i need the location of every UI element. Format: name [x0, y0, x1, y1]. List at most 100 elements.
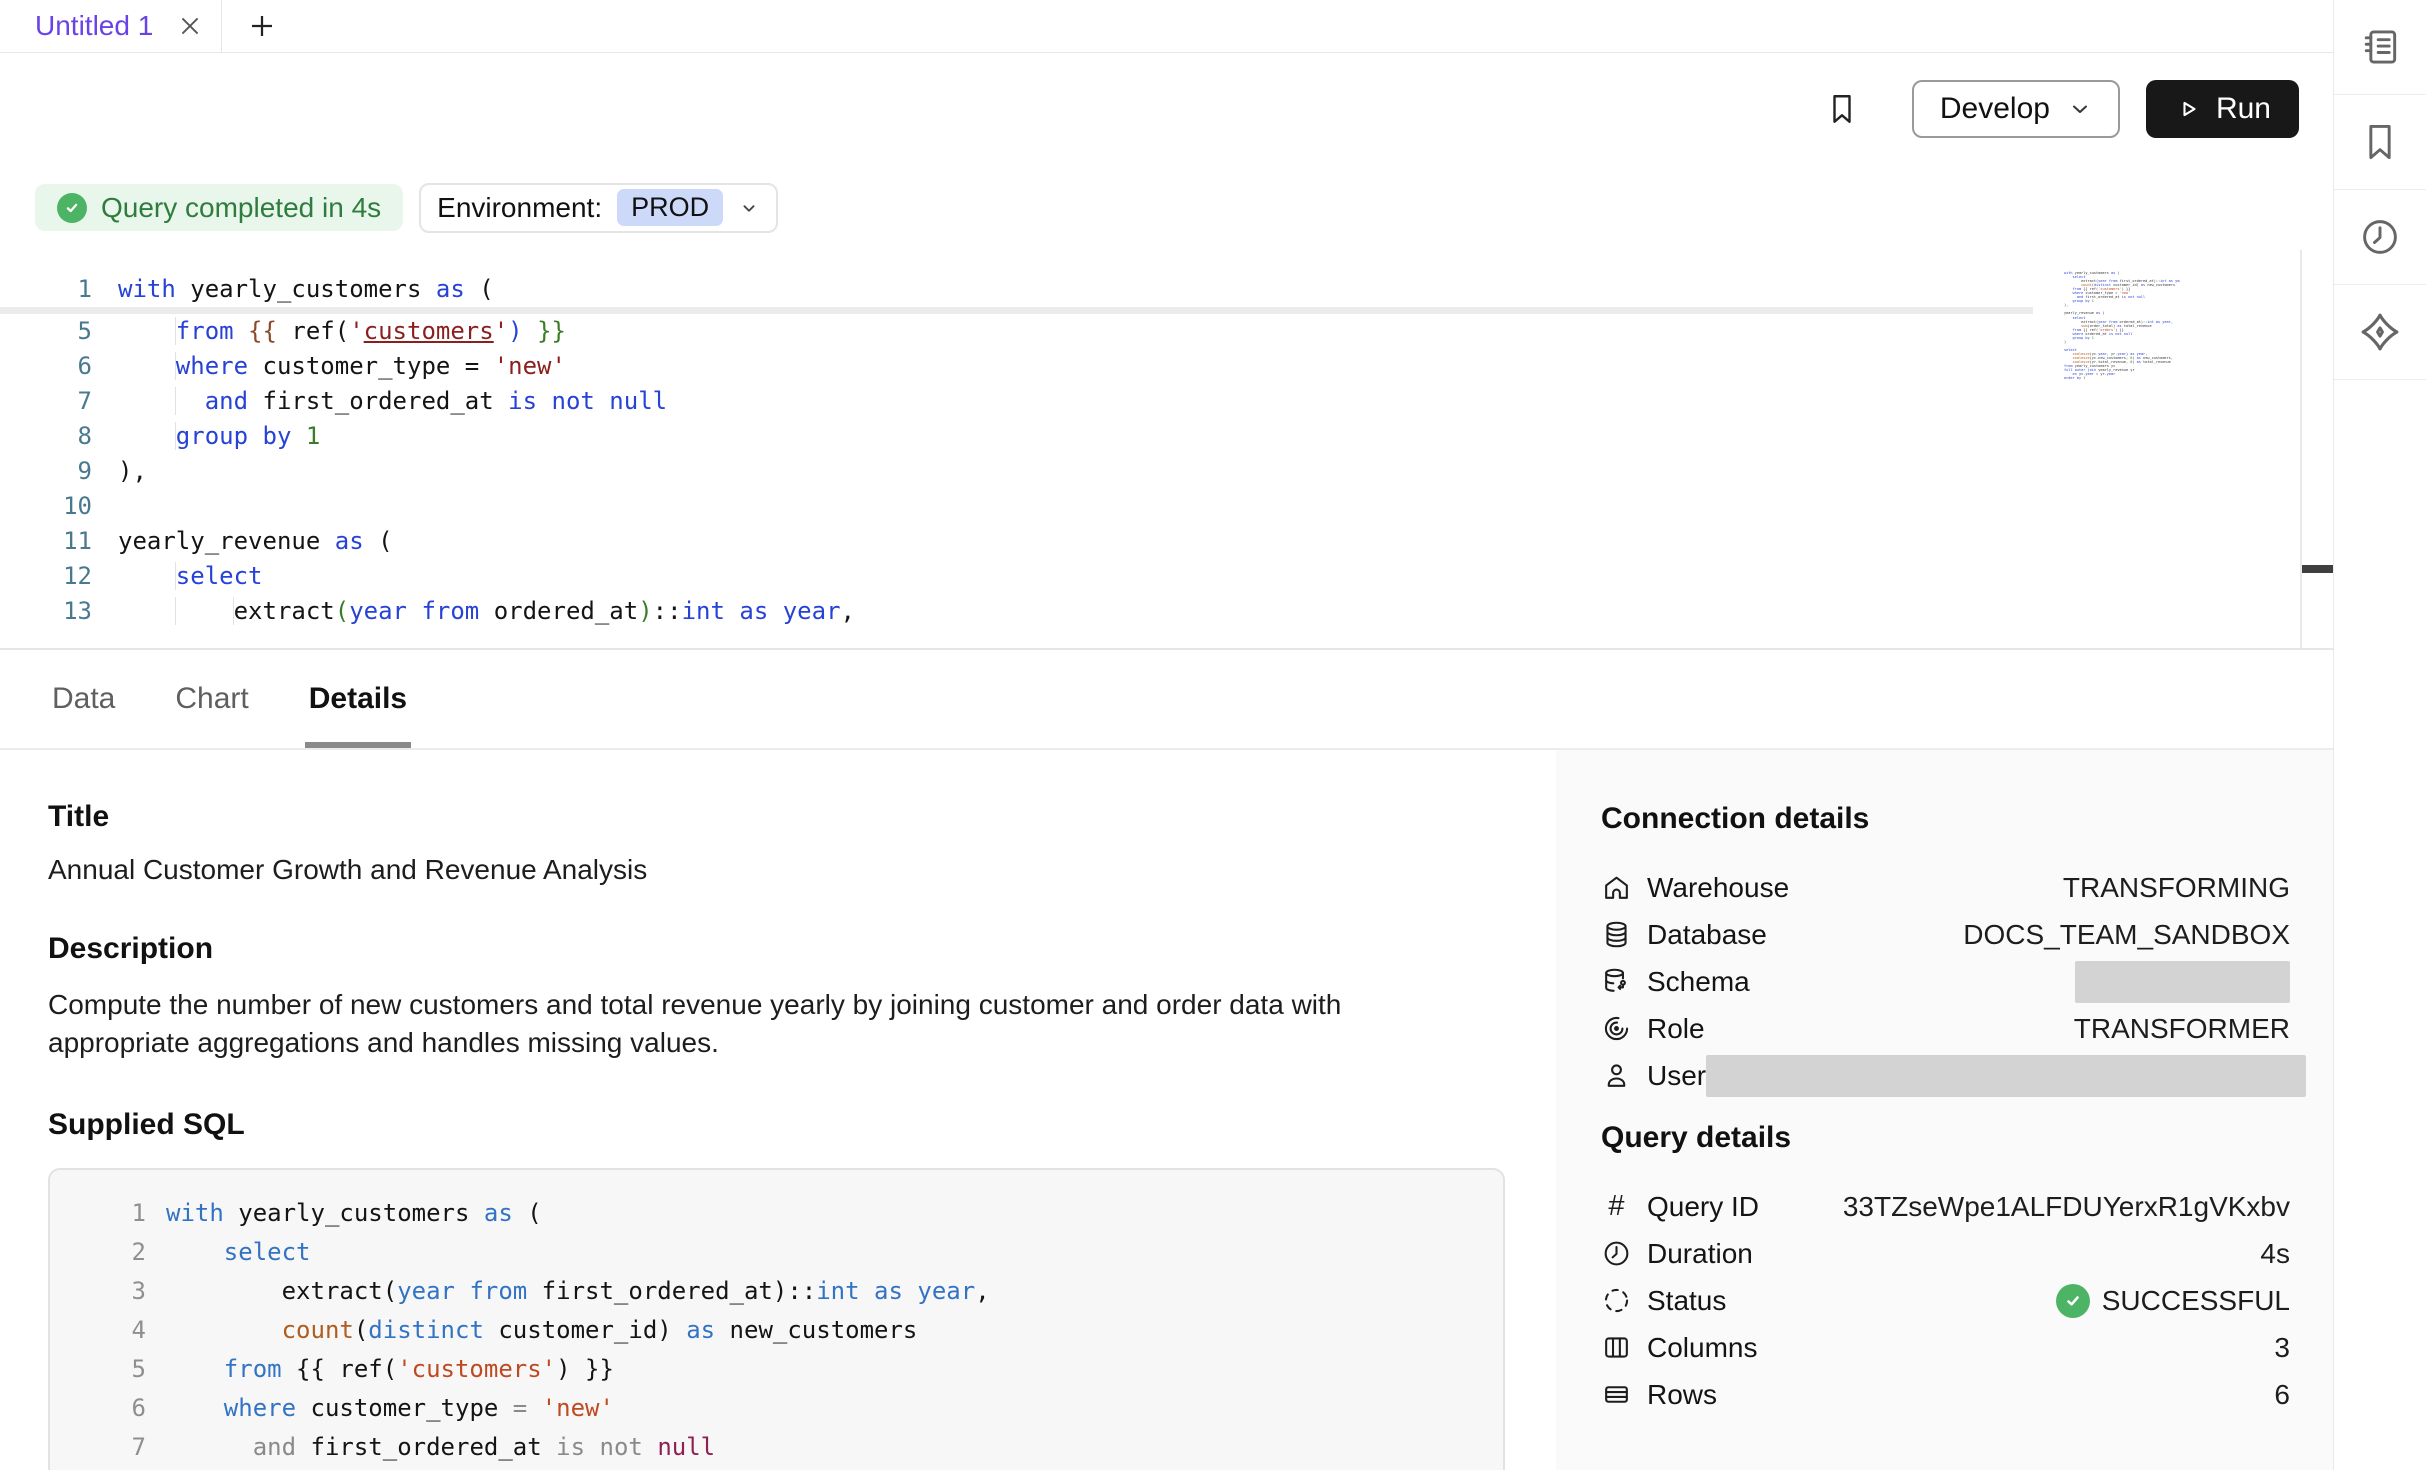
duration-row: Duration4s — [1601, 1230, 2290, 1277]
line-number: 1 — [0, 272, 118, 307]
code-text: with yearly_customers as ( — [118, 272, 494, 307]
row-label: Status — [1601, 1285, 1726, 1317]
schema-row: Schema — [1601, 958, 2290, 1005]
query-status-pill: Query completed in 4s — [35, 184, 403, 231]
tab-bar: Untitled 1 — [0, 0, 2333, 53]
close-icon[interactable] — [177, 13, 203, 39]
row-label-text: Query ID — [1647, 1191, 1759, 1223]
row-label-text: Role — [1647, 1013, 1705, 1045]
code-text: select — [118, 559, 263, 594]
bookmark-icon — [1824, 91, 1860, 127]
code-text: where customer_type = 'new' — [166, 1389, 614, 1428]
line-number: 13 — [0, 594, 118, 629]
row-label: Role — [1601, 1013, 1705, 1045]
code-line: 8 group by 1 — [0, 419, 2333, 454]
code-text: select — [166, 1233, 311, 1272]
run-button[interactable]: Run — [2146, 80, 2299, 138]
new-tab-button[interactable] — [222, 0, 302, 52]
status-row: Query completed in 4s Environment: PROD — [0, 165, 2333, 250]
connection-details-heading: Connection details — [1601, 802, 2290, 836]
description-value: Compute the number of new customers and … — [48, 986, 1438, 1062]
code-line: 1with yearly_customers as ( — [50, 1194, 1503, 1233]
code-text: extract(year from first_ordered_at)::int… — [166, 1272, 990, 1311]
tab-untitled-1[interactable]: Untitled 1 — [0, 0, 222, 52]
row-value: TRANSFORMING — [2063, 872, 2290, 904]
tab-data[interactable]: Data — [48, 650, 119, 748]
code-line: 3 extract(year from first_ordered_at)::i… — [50, 1272, 1503, 1311]
row-label-text: Warehouse — [1647, 872, 1789, 904]
tab-title: Untitled 1 — [35, 10, 153, 42]
row-label: Schema — [1601, 966, 1750, 998]
line-number: 6 — [50, 1389, 146, 1428]
row-value: TRANSFORMER — [2074, 1013, 2290, 1045]
sql-editor[interactable]: 1with yearly_customers as (5 from {{ ref… — [0, 250, 2333, 648]
line-number: 2 — [50, 1233, 146, 1272]
row-label-text: Columns — [1647, 1332, 1757, 1364]
sidebar-button-bookmark[interactable] — [2334, 95, 2426, 190]
code-line: 6 where customer_type = 'new' — [0, 349, 2333, 384]
check-circle-icon — [57, 193, 87, 223]
details-right-column: Connection details Warehouse TRANSFORMING… — [1556, 750, 2333, 1470]
code-line: 13 extract(year from ordered_at)::int as… — [0, 594, 2333, 629]
title-heading: Title — [48, 800, 1506, 834]
user-row: User — [1601, 1052, 2290, 1099]
columns-row: Columns 3 — [1601, 1324, 2290, 1371]
row-value: DOCS_TEAM_SANDBOX — [1963, 919, 2290, 951]
row-label-text: User — [1647, 1060, 1706, 1092]
tab-chart[interactable]: Chart — [171, 650, 252, 748]
play-icon — [2174, 95, 2202, 123]
code-line: 5 from {{ ref('customers') }} — [50, 1350, 1503, 1389]
code-text: from {{ ref('customers') }} — [118, 314, 566, 349]
query-details-rows: #Query ID33TZseWpe1ALFDUYerxR1gVKxbvDura… — [1601, 1183, 2290, 1418]
right-sidebar — [2333, 0, 2426, 1470]
details-left-column: Title Annual Customer Growth and Revenue… — [0, 750, 1556, 1470]
row-value: 6 — [2274, 1379, 2290, 1411]
row-label-text: Rows — [1647, 1379, 1717, 1411]
environment-value-chip: PROD — [617, 189, 723, 226]
code-line: 4 count(distinct customer_id) as new_cus… — [50, 1311, 1503, 1350]
query-details-heading: Query details — [1601, 1121, 2290, 1155]
row-label: Warehouse — [1601, 872, 1789, 904]
minimap-code: with yearly_customers as ( select extrac… — [2064, 271, 2180, 380]
toolbar: Develop Run — [0, 53, 2333, 165]
line-number: 5 — [50, 1350, 146, 1389]
code-line: 2 select — [50, 1233, 1503, 1272]
row-label: # Query ID — [1601, 1190, 1759, 1223]
editor-lines: 1with yearly_customers as (5 from {{ ref… — [0, 272, 2333, 629]
editor-scrollbar[interactable] — [2300, 250, 2333, 648]
database-icon — [1601, 919, 1632, 950]
scrollbar-thumb[interactable] — [2302, 565, 2333, 573]
code-line: 9), — [0, 454, 2333, 489]
row-label-text: Database — [1647, 919, 1767, 951]
editor-minimap[interactable]: with yearly_customers as ( select extrac… — [2064, 271, 2180, 387]
tab-details[interactable]: Details — [305, 650, 411, 748]
results-tab-strip: Data Chart Details — [0, 648, 2333, 750]
hash-icon: # — [1601, 1190, 1632, 1223]
code-text: and first_ordered_at is not null — [166, 1428, 715, 1467]
row-label: Duration — [1601, 1238, 1753, 1270]
success-check-icon — [2056, 1284, 2090, 1318]
develop-button[interactable]: Develop — [1912, 80, 2120, 138]
line-number: 3 — [50, 1272, 146, 1311]
sidebar-button-history[interactable] — [2334, 190, 2426, 285]
row-value: 3 — [2274, 1332, 2290, 1364]
environment-selector[interactable]: Environment: PROD — [419, 183, 778, 233]
code-line: 6 where customer_type = 'new' — [50, 1389, 1503, 1428]
bookmark-button[interactable] — [1824, 91, 1860, 127]
row-value — [2075, 961, 2290, 1003]
sidebar-button-notebook[interactable] — [2334, 0, 2426, 95]
connection-details-rows: Warehouse TRANSFORMING Database DOCS_TEAM_S… — [1601, 864, 2290, 1099]
row-label-text: Status — [1647, 1285, 1726, 1317]
database-row: Database DOCS_TEAM_SANDBOX — [1601, 911, 2290, 958]
code-text: ), — [118, 454, 147, 489]
query-id-row: #Query ID33TZseWpe1ALFDUYerxR1gVKxbv — [1601, 1183, 2290, 1230]
line-number: 9 — [0, 454, 118, 489]
code-line: 1with yearly_customers as ( — [0, 272, 2333, 307]
sidebar-button-ai-sparkle[interactable] — [2334, 285, 2426, 380]
code-text: and first_ordered_at is not null — [118, 384, 667, 419]
environment-label: Environment: — [437, 192, 602, 224]
app-window: Untitled 1 Develop Run — [0, 0, 2426, 1470]
code-line: 11yearly_revenue as ( — [0, 524, 2333, 559]
schema-icon — [1601, 966, 1632, 997]
line-number: 7 — [50, 1428, 146, 1467]
